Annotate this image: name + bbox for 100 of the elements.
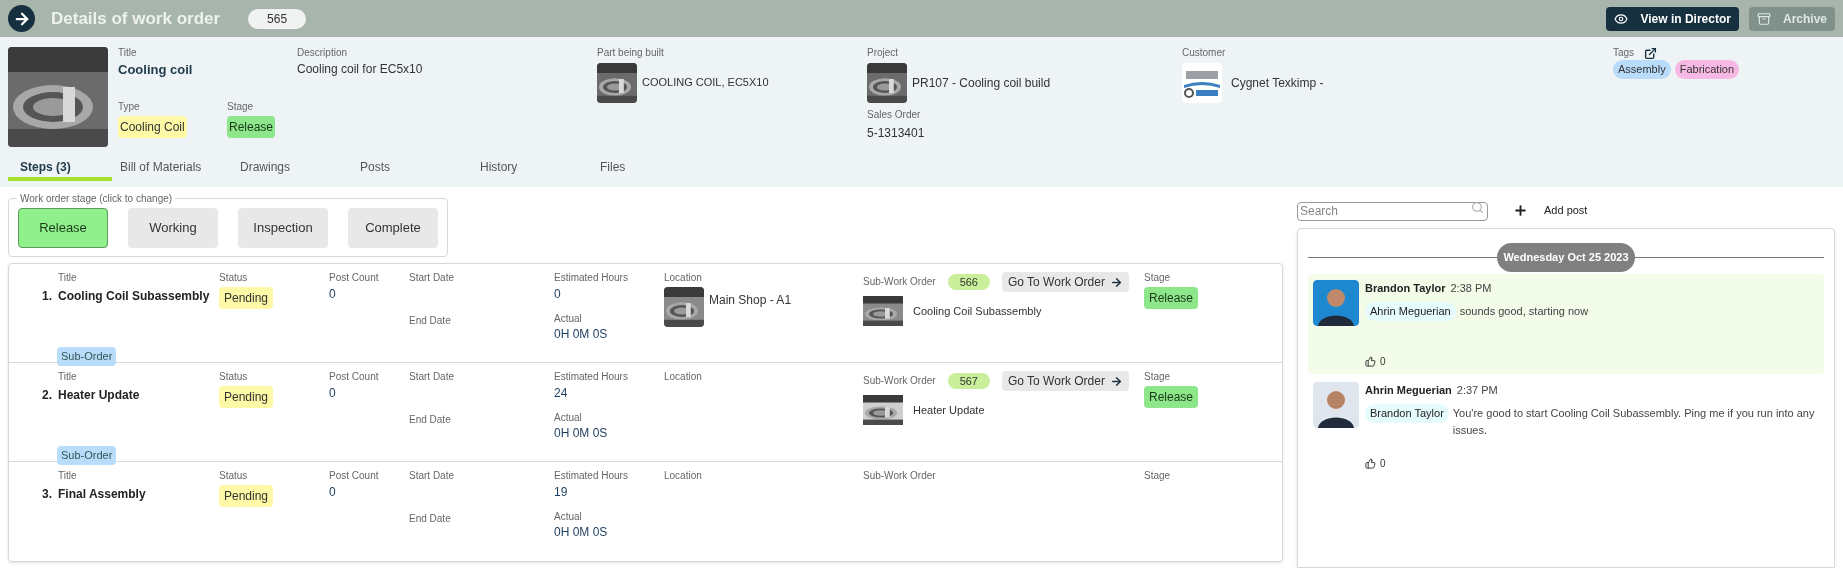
- like-count: 0: [1380, 354, 1386, 369]
- like-icon[interactable]: [1365, 457, 1376, 469]
- estimated-hours: 24: [554, 384, 569, 402]
- customer-logo: [1182, 62, 1222, 103]
- field-label: Actual: [554, 312, 583, 325]
- field-label: Location: [664, 272, 703, 285]
- post-text: sounds good, starting now: [1459, 304, 1589, 319]
- step-title: Final Assembly: [58, 485, 146, 503]
- sub-order-name: Cooling Coil Subassembly: [913, 303, 1042, 319]
- stage-button[interactable]: Working: [128, 208, 218, 248]
- go-to-work-order-button[interactable]: Go To Work Order: [1002, 371, 1129, 391]
- stage-tag: Release: [1144, 286, 1199, 309]
- field-label: Post Count: [329, 371, 380, 384]
- field-label: Estimated Hours: [554, 371, 629, 384]
- location-name: Main Shop - A1: [709, 291, 792, 309]
- field-label: Start Date: [409, 470, 456, 483]
- external-link-icon[interactable]: [1644, 47, 1658, 60]
- description-text: Cooling coil for EC5x10: [297, 60, 424, 78]
- field-label: Location: [664, 470, 703, 483]
- field-label: Post Count: [329, 272, 380, 285]
- work-order-title: Cooling coil: [118, 60, 194, 79]
- field-label: Tags: [1613, 47, 1635, 60]
- post-count: 0: [329, 384, 337, 402]
- field-label: Description: [297, 47, 349, 60]
- stage-tag: Release: [227, 115, 276, 138]
- step-title: Heater Update: [58, 386, 140, 404]
- step-number: 3.: [41, 485, 52, 503]
- tab[interactable]: Files: [592, 156, 712, 181]
- field-label: End Date: [409, 512, 452, 525]
- field-label: End Date: [409, 413, 452, 426]
- post-time: 2:37 PM: [1456, 382, 1498, 398]
- page-title: Details of work order: [51, 7, 221, 30]
- post-count: 0: [329, 285, 337, 303]
- actual-time: 0H 0M 0S: [554, 524, 609, 541]
- field-label: Sub-Work Order: [863, 374, 936, 388]
- tab[interactable]: History: [472, 156, 592, 181]
- customer-name: Cygnet Texkimp -: [1231, 74, 1324, 92]
- tab[interactable]: Drawings: [232, 156, 352, 181]
- mention[interactable]: Ahrin Meguerian: [1365, 302, 1456, 321]
- add-post-button[interactable]: Add post: [1513, 201, 1588, 219]
- step-number: 2.: [41, 386, 52, 404]
- stage-tag: Release: [1144, 385, 1199, 408]
- field-label: Type: [118, 101, 141, 114]
- stage-button[interactable]: Release: [18, 208, 108, 248]
- post-text: You're good to start Cooling Coil Subassembly. Ping me if you run into any issues.: [1452, 406, 1816, 438]
- field-label: End Date: [409, 314, 452, 327]
- post-time: 2:38 PM: [1450, 280, 1492, 296]
- avatar: [1313, 279, 1359, 326]
- estimated-hours: 19: [554, 483, 569, 501]
- field-label: Status: [219, 470, 249, 483]
- field-label: Stage: [227, 101, 255, 114]
- field-label: Estimated Hours: [554, 470, 629, 483]
- tab[interactable]: Steps (3): [8, 156, 112, 181]
- arrow-right-icon: [1109, 275, 1123, 289]
- post-author: Ahrin Meguerian: [1365, 382, 1452, 398]
- field-label: Project: [867, 47, 900, 60]
- like-count: 0: [1380, 456, 1386, 471]
- status-tag: Pending: [219, 286, 274, 309]
- field-label: Start Date: [409, 272, 456, 285]
- field-label: Title: [58, 272, 78, 285]
- status-tag: Pending: [219, 385, 274, 408]
- like-icon[interactable]: [1365, 355, 1376, 367]
- field-label: Sub-Work Order: [863, 275, 936, 289]
- field-label: Post Count: [329, 470, 380, 483]
- field-label: Stage: [1144, 470, 1172, 483]
- field-label: Actual: [554, 510, 583, 523]
- tab[interactable]: Bill of Materials: [112, 156, 232, 181]
- field-label: Title: [58, 371, 78, 384]
- view-button[interactable]: View in Director: [1606, 6, 1739, 31]
- mention[interactable]: Brandon Taylor: [1365, 404, 1449, 423]
- step-number: 1.: [41, 287, 52, 305]
- archive-icon: [1756, 11, 1771, 26]
- field-label: Status: [219, 272, 249, 285]
- field-label: Location: [664, 371, 703, 384]
- plus-icon: [1513, 202, 1528, 218]
- stage-button[interactable]: Complete: [348, 208, 438, 248]
- type-tag: Cooling Coil: [118, 115, 187, 138]
- post-author: Brandon Taylor: [1365, 280, 1446, 296]
- field-label: Stage: [1144, 371, 1172, 384]
- search-field[interactable]: Search: [1297, 201, 1488, 221]
- go-to-work-order-button[interactable]: Go To Work Order: [1002, 272, 1129, 292]
- eye-icon: [1614, 11, 1629, 26]
- sales-order: 5-1313401: [867, 125, 926, 142]
- field-label: Estimated Hours: [554, 272, 629, 285]
- sub-order-tag: Sub-Order: [57, 347, 117, 366]
- actual-time: 0H 0M 0S: [554, 326, 609, 343]
- field-label: Sub-Work Order: [863, 470, 936, 483]
- field-label: Stage: [1144, 272, 1172, 285]
- stage-button[interactable]: Inspection: [238, 208, 328, 248]
- actual-time: 0H 0M 0S: [554, 425, 609, 442]
- field-label: Status: [219, 371, 249, 384]
- stage-picker-legend: Work order stage (click to change): [17, 191, 176, 206]
- arrow-right-icon[interactable]: [8, 5, 35, 32]
- sub-order-number: 566: [947, 273, 990, 291]
- avatar: [1313, 381, 1359, 428]
- sub-order-number: 567: [947, 372, 990, 390]
- part-name: COOLING COIL, EC5X10: [642, 75, 769, 91]
- sub-order-tag: Sub-Order: [57, 446, 117, 465]
- tab[interactable]: Posts: [352, 156, 472, 181]
- tag: Assembly: [1613, 60, 1671, 79]
